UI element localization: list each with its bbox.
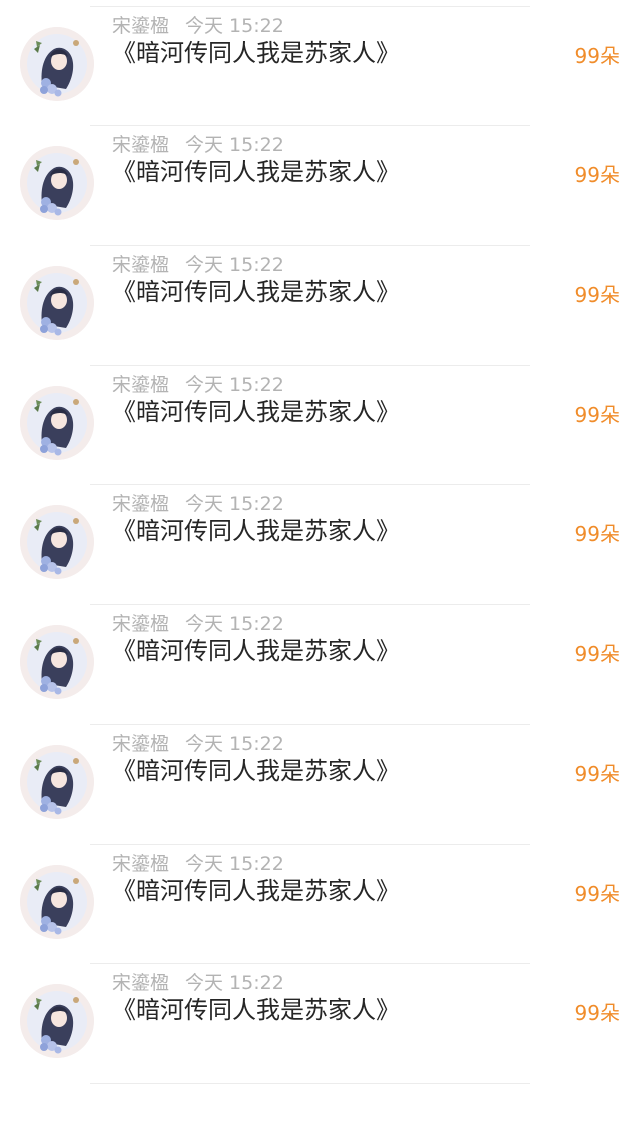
book-title[interactable]: 《暗河传同人我是苏家人》 [112, 37, 400, 69]
timestamp: 今天 15:22 [185, 134, 284, 157]
avatar-illustration-icon [20, 26, 94, 101]
username: 宋鎏楹 [112, 14, 170, 37]
gift-record-row[interactable]: 宋鎏楹今天 15:22 《暗河传同人我是苏家人》 99朵 [0, 485, 640, 606]
avatar[interactable] [20, 625, 94, 700]
avatar-illustration-icon [20, 266, 94, 341]
book-title[interactable]: 《暗河传同人我是苏家人》 [112, 276, 400, 308]
avatar-illustration-icon [20, 625, 94, 700]
book-title[interactable]: 《暗河传同人我是苏家人》 [112, 755, 400, 787]
gift-amount: 99朵 [574, 402, 620, 427]
username: 宋鎏楹 [112, 613, 170, 636]
avatar[interactable] [20, 505, 94, 580]
gift-amount: 99朵 [574, 1001, 620, 1026]
gift-amount: 99朵 [574, 881, 620, 906]
timestamp: 今天 15:22 [185, 972, 284, 995]
avatar[interactable] [20, 864, 94, 939]
avatar[interactable] [20, 26, 94, 101]
gift-amount: 99朵 [574, 283, 620, 308]
timestamp: 今天 15:22 [185, 613, 284, 636]
avatar[interactable] [20, 984, 94, 1059]
avatar[interactable] [20, 744, 94, 819]
gift-record-row[interactable]: 宋鎏楹今天 15:22 《暗河传同人我是苏家人》 99朵 [0, 0, 640, 7]
timestamp: 今天 15:22 [185, 14, 284, 37]
gift-record-row[interactable]: 宋鎏楹今天 15:22 《暗河传同人我是苏家人》 99朵 [0, 605, 640, 725]
book-title[interactable]: 《暗河传同人我是苏家人》 [112, 156, 400, 188]
avatar-illustration-icon [20, 146, 94, 221]
avatar-illustration-icon [20, 864, 94, 939]
book-title[interactable]: 《暗河传同人我是苏家人》 [112, 515, 400, 547]
gift-record-list: 宋鎏楹 今天 15:22 《暗河传同人我是苏家人》 99朵 宋鎏楹 今天 15:… [0, 0, 640, 1084]
avatar-illustration-icon [20, 984, 94, 1059]
username: 宋鎏楹 [112, 493, 170, 516]
book-title[interactable]: 《暗河传同人我是苏家人》 [112, 994, 400, 1026]
timestamp: 今天 15:22 [185, 732, 284, 755]
username: 宋鎏楹 [112, 732, 170, 755]
avatar-illustration-icon [20, 744, 94, 819]
username: 宋鎏楹 [112, 852, 170, 875]
book-title[interactable]: 《暗河传同人我是苏家人》 [112, 875, 400, 907]
gift-record-row[interactable]: 宋鎏楹今天 15:22 《暗河传同人我是苏家人》 99朵 [0, 7, 640, 127]
username: 宋鎏楹 [112, 373, 170, 396]
timestamp: 今天 15:22 [185, 373, 284, 396]
timestamp: 今天 15:22 [185, 254, 284, 277]
avatar[interactable] [20, 146, 94, 221]
book-title[interactable]: 《暗河传同人我是苏家人》 [112, 635, 400, 667]
timestamp: 今天 15:22 [185, 852, 284, 875]
gift-amount: 99朵 [574, 522, 620, 547]
avatar-illustration-icon [20, 385, 94, 460]
username: 宋鎏楹 [112, 972, 170, 995]
avatar[interactable] [20, 385, 94, 460]
avatar-illustration-icon [20, 505, 94, 580]
gift-record-row[interactable]: 宋鎏楹今天 15:22 《暗河传同人我是苏家人》 99朵 [0, 725, 640, 845]
gift-amount: 99朵 [574, 163, 620, 188]
gift-record-row[interactable]: 宋鎏楹今天 15:22 《暗河传同人我是苏家人》 99朵 [0, 366, 640, 486]
gift-record-row[interactable]: 宋鎏楹今天 15:22 《暗河传同人我是苏家人》 99朵 [0, 246, 640, 366]
gift-record-row[interactable]: 宋鎏楹今天 15:22 《暗河传同人我是苏家人》 99朵 [0, 845, 640, 965]
gift-amount: 99朵 [574, 43, 620, 68]
timestamp: 今天 15:22 [185, 493, 284, 516]
gift-amount: 99朵 [574, 642, 620, 667]
book-title[interactable]: 《暗河传同人我是苏家人》 [112, 396, 400, 428]
row-divider [90, 1082, 530, 1084]
avatar[interactable] [20, 266, 94, 341]
gift-record-row[interactable]: 宋鎏楹今天 15:22 《暗河传同人我是苏家人》 99朵 [0, 964, 640, 1084]
username: 宋鎏楹 [112, 134, 170, 157]
gift-record-row[interactable]: 宋鎏楹今天 15:22 《暗河传同人我是苏家人》 99朵 [0, 126, 640, 247]
username: 宋鎏楹 [112, 254, 170, 277]
gift-amount: 99朵 [574, 761, 620, 786]
